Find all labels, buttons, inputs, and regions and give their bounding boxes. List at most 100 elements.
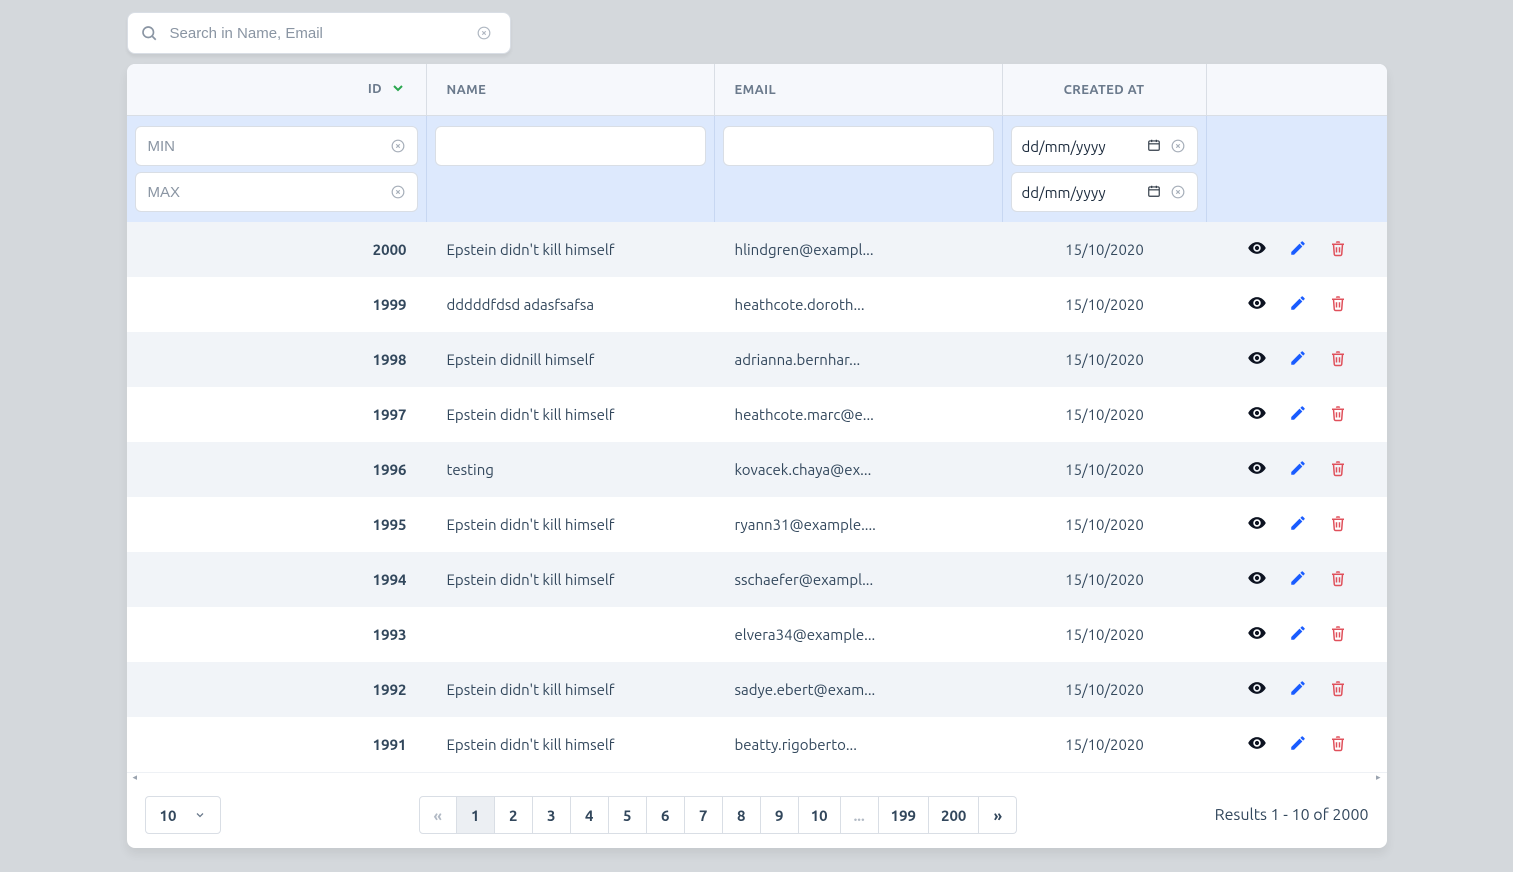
cell-created: 15/10/2020 (1003, 222, 1207, 277)
page-button[interactable]: 7 (685, 796, 723, 834)
table-row: 1992 Epstein didn't kill himself sadye.e… (127, 662, 1387, 717)
page-button[interactable]: 5 (609, 796, 647, 834)
filter-id-min (135, 126, 418, 166)
cell-actions (1207, 332, 1387, 387)
data-table: ID NAME EMAIL CREATED AT (127, 64, 1387, 772)
delete-icon[interactable] (1329, 734, 1347, 752)
page-size-select[interactable]: 10 (145, 796, 222, 834)
results-summary: Results 1 - 10 of 2000 (1215, 806, 1369, 824)
edit-icon[interactable] (1289, 624, 1307, 642)
edit-icon[interactable] (1289, 459, 1307, 477)
date-placeholder: dd/mm/yyyy (1022, 138, 1139, 155)
clear-icon[interactable] (1169, 183, 1187, 201)
delete-icon[interactable] (1329, 404, 1347, 422)
page-button[interactable]: 200 (929, 796, 979, 834)
view-icon[interactable] (1247, 513, 1267, 533)
view-icon[interactable] (1247, 623, 1267, 643)
header-name-label: NAME (447, 83, 487, 97)
cell-name: Epstein didn't kill himself (427, 552, 715, 607)
view-icon[interactable] (1247, 238, 1267, 258)
data-table-card: ID NAME EMAIL CREATED AT (127, 64, 1387, 848)
cell-created: 15/10/2020 (1003, 442, 1207, 497)
search-input[interactable] (168, 13, 480, 53)
view-icon[interactable] (1247, 458, 1267, 478)
cell-email: heathcote.doroth... (715, 277, 1003, 332)
cell-id: 1992 (127, 662, 427, 717)
filter-date-from[interactable]: dd/mm/yyyy (1011, 126, 1198, 166)
page-button[interactable]: 9 (761, 796, 799, 834)
view-icon[interactable] (1247, 293, 1267, 313)
clear-icon[interactable] (389, 137, 407, 155)
filter-id-min-input[interactable] (146, 137, 383, 156)
header-id-label: ID (368, 82, 382, 96)
page-button[interactable]: 3 (533, 796, 571, 834)
filter-email-input[interactable] (734, 137, 983, 156)
cell-actions (1207, 442, 1387, 497)
page-button[interactable]: 4 (571, 796, 609, 834)
edit-icon[interactable] (1289, 239, 1307, 257)
edit-icon[interactable] (1289, 349, 1307, 367)
clear-icon[interactable] (389, 183, 407, 201)
table-row: 1994 Epstein didn't kill himself sschaef… (127, 552, 1387, 607)
view-icon[interactable] (1247, 568, 1267, 588)
page-button[interactable]: 1 (457, 796, 495, 834)
filter-id-max-input[interactable] (146, 183, 383, 202)
cell-name: testing (427, 442, 715, 497)
edit-icon[interactable] (1289, 734, 1307, 752)
header-name[interactable]: NAME (427, 64, 715, 116)
view-icon[interactable] (1247, 733, 1267, 753)
header-created[interactable]: CREATED AT (1003, 64, 1207, 116)
edit-icon[interactable] (1289, 294, 1307, 312)
table-row: 1995 Epstein didn't kill himself ryann31… (127, 497, 1387, 552)
page-button[interactable]: 6 (647, 796, 685, 834)
page-button[interactable]: 8 (723, 796, 761, 834)
cell-id: 1998 (127, 332, 427, 387)
cell-created: 15/10/2020 (1003, 387, 1207, 442)
cell-email: sadye.ebert@exam... (715, 662, 1003, 717)
edit-icon[interactable] (1289, 404, 1307, 422)
page-button[interactable]: 199 (879, 796, 929, 834)
filter-date-to[interactable]: dd/mm/yyyy (1011, 172, 1198, 212)
header-id[interactable]: ID (127, 64, 427, 116)
horizontal-scrollbar[interactable]: ◂ ▸ (127, 772, 1387, 782)
page-button[interactable]: 2 (495, 796, 533, 834)
delete-icon[interactable] (1329, 624, 1347, 642)
delete-icon[interactable] (1329, 239, 1347, 257)
view-icon[interactable] (1247, 403, 1267, 423)
edit-icon[interactable] (1289, 679, 1307, 697)
view-icon[interactable] (1247, 348, 1267, 368)
cell-actions (1207, 552, 1387, 607)
cell-id: 1997 (127, 387, 427, 442)
page-button[interactable]: » (979, 796, 1017, 834)
chevron-down-icon (194, 809, 206, 821)
delete-icon[interactable] (1329, 459, 1347, 477)
cell-actions (1207, 607, 1387, 662)
cell-id: 1999 (127, 277, 427, 332)
edit-icon[interactable] (1289, 514, 1307, 532)
cell-name: Epstein didn't kill himself (427, 497, 715, 552)
clear-icon[interactable] (1169, 137, 1187, 155)
view-icon[interactable] (1247, 678, 1267, 698)
cell-id: 1991 (127, 717, 427, 772)
delete-icon[interactable] (1329, 679, 1347, 697)
filter-name-input[interactable] (446, 137, 695, 156)
cell-created: 15/10/2020 (1003, 332, 1207, 387)
scroll-left-icon: ◂ (133, 772, 138, 783)
cell-created: 15/10/2020 (1003, 552, 1207, 607)
header-email[interactable]: EMAIL (715, 64, 1003, 116)
edit-icon[interactable] (1289, 569, 1307, 587)
delete-icon[interactable] (1329, 294, 1347, 312)
cell-name (427, 607, 715, 662)
cell-actions (1207, 662, 1387, 717)
table-row: 2000 Epstein didn't kill himself hlindgr… (127, 222, 1387, 277)
delete-icon[interactable] (1329, 569, 1347, 587)
table-row: 1997 Epstein didn't kill himself heathco… (127, 387, 1387, 442)
delete-icon[interactable] (1329, 514, 1347, 532)
pager: «12345678910...199200» (419, 796, 1018, 834)
page-button[interactable]: 10 (799, 796, 841, 834)
page-size-value: 10 (160, 807, 177, 824)
clear-search-icon[interactable] (480, 24, 498, 42)
cell-actions (1207, 717, 1387, 772)
filter-id-max (135, 172, 418, 212)
delete-icon[interactable] (1329, 349, 1347, 367)
